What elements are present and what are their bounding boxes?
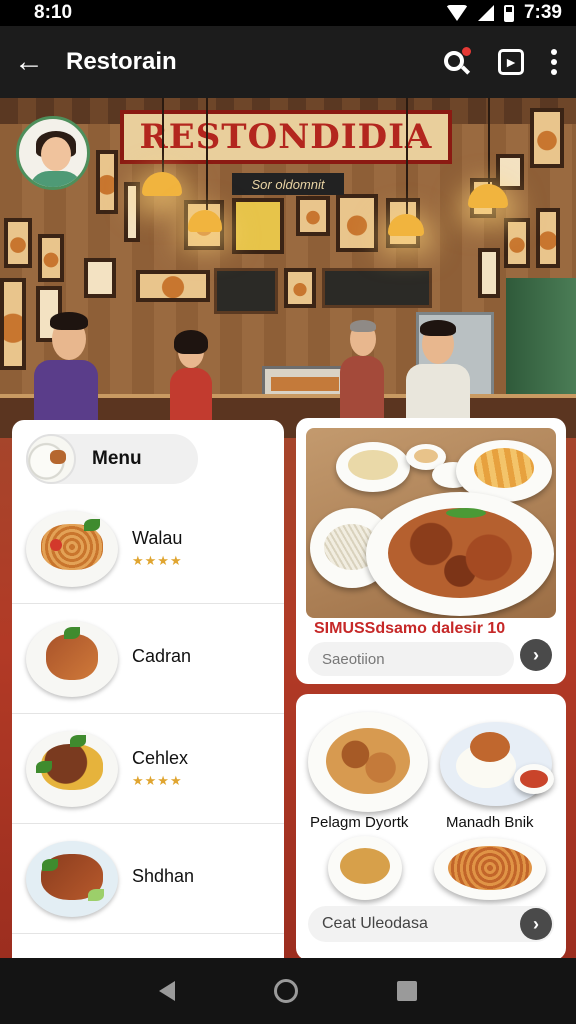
share-icon[interactable]: ► xyxy=(498,49,524,75)
rating-stars: ★★★★ xyxy=(132,773,183,788)
search-icon[interactable] xyxy=(442,47,472,77)
status-bar: 8:10 7:39 xyxy=(0,0,576,26)
combo-dishes-card[interactable]: Pelagm Dyortk Manadh Bnik Ceat Uleodasa … xyxy=(296,694,566,960)
combo-go-button[interactable]: › xyxy=(520,908,552,940)
back-arrow-icon[interactable]: ← xyxy=(0,26,58,98)
restaurant-sub-sign: Sor oldomnit xyxy=(232,173,344,195)
dish-image-fried-chicken xyxy=(26,620,118,697)
nav-home-icon[interactable] xyxy=(273,979,298,1003)
combo-dishes-photos-bottom xyxy=(306,834,556,902)
featured-dish-subtitle: Saeotiion xyxy=(308,642,514,676)
status-time-left: 8:10 xyxy=(34,2,73,23)
nav-back-icon[interactable] xyxy=(159,981,176,1001)
featured-dish-card[interactable]: SIMUSSdsamo dalesir 10 Saeotiion › xyxy=(296,418,566,684)
menu-item-name: Shdhan xyxy=(132,866,195,886)
user-avatar[interactable] xyxy=(16,116,90,190)
nav-recents-icon[interactable] xyxy=(396,981,417,1001)
rating-stars: ★★★★ xyxy=(132,553,183,568)
status-icons: 7:39 xyxy=(445,2,562,24)
combo-dishes-photos xyxy=(306,704,556,816)
app-bar: ← Restorain ► xyxy=(0,26,576,98)
menu-panel: Menu Walau ★★★★ Cadran Cehlex ★★★★ Shdha… xyxy=(12,420,284,960)
menu-item-cehlex[interactable]: Cehlex ★★★★ xyxy=(12,714,284,824)
menu-item-name: Cadran xyxy=(132,646,192,666)
dish-image-roast-meat xyxy=(26,730,118,807)
menu-header-label: Menu xyxy=(92,448,142,469)
dish-image-noodles xyxy=(26,510,118,587)
more-vert-icon[interactable] xyxy=(550,49,558,75)
menu-item-partial[interactable] xyxy=(12,934,284,960)
system-nav-bar xyxy=(0,958,576,1024)
menu-item-walau[interactable]: Walau ★★★★ xyxy=(12,494,284,604)
app-bar-actions: ► xyxy=(442,47,576,77)
menu-item-name: Cehlex xyxy=(132,748,189,768)
featured-dish-photo xyxy=(306,428,556,618)
menu-thumbnail-icon xyxy=(26,434,76,484)
menu-item-name: Walau xyxy=(132,528,183,548)
menu-item-cadran[interactable]: Cadran xyxy=(12,604,284,714)
app-title: Restorain xyxy=(66,48,177,75)
status-time-right: 7:39 xyxy=(523,2,562,23)
signal-icon xyxy=(477,5,494,21)
menu-header-chip[interactable]: Menu xyxy=(26,434,198,484)
battery-icon xyxy=(503,4,514,22)
combo-dish-right-label: Manadh Bnik xyxy=(446,814,534,831)
combo-action-bar[interactable]: Ceat Uleodasa xyxy=(308,906,554,942)
wifi-icon xyxy=(445,5,468,21)
menu-item-shdhan[interactable]: Shdhan xyxy=(12,824,284,934)
restaurant-sign: RESTONDIDIA xyxy=(120,110,452,164)
featured-dish-title: SIMUSSdsamo dalesir 10 xyxy=(314,620,506,637)
featured-go-button[interactable]: › xyxy=(520,639,552,671)
dish-image-meat-plate xyxy=(26,840,118,917)
combo-dish-left-label: Pelagm Dyortk xyxy=(310,814,409,831)
